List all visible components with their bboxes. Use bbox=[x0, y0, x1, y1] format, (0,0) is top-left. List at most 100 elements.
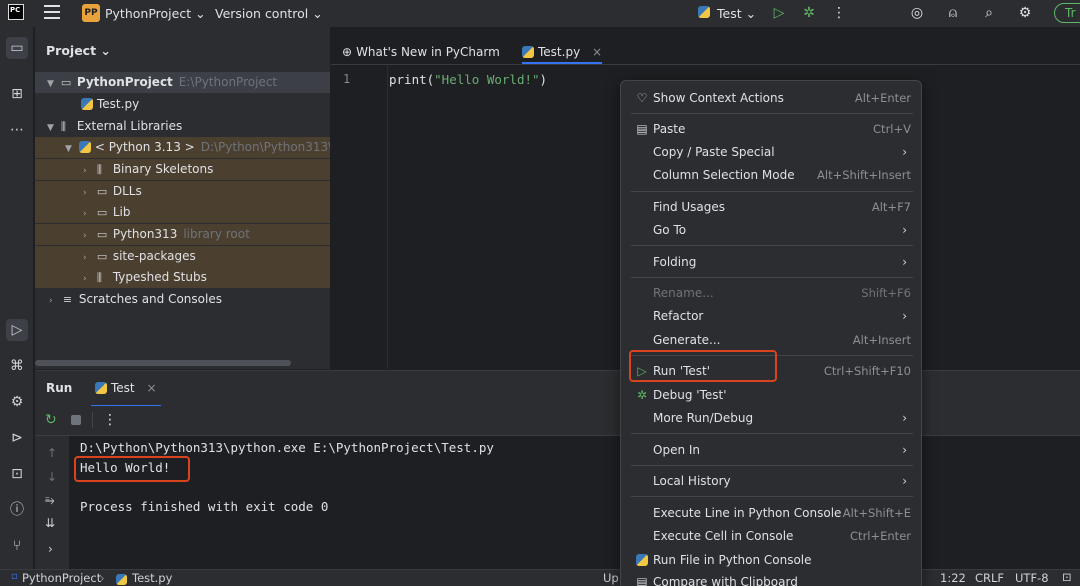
run-tool-icon[interactable]: ▷ bbox=[6, 319, 28, 341]
status-file[interactable]: Test.py bbox=[132, 571, 172, 585]
scroll-to-end-icon[interactable]: ⇊ bbox=[45, 516, 55, 530]
main-menu-icon[interactable] bbox=[44, 5, 60, 19]
menu-item-debug-test[interactable]: ✲ Debug 'Test' bbox=[631, 384, 913, 406]
menu-item-generate[interactable]: Generate... Alt+Insert bbox=[631, 329, 913, 351]
python-file-icon bbox=[116, 574, 127, 585]
version-control-menu[interactable]: Version control ⌄ bbox=[215, 6, 323, 21]
scroll-up-icon[interactable]: ↑ bbox=[47, 446, 57, 460]
menu-item-rename[interactable]: Rename... Shift+F6 bbox=[631, 282, 913, 304]
menu-item-open-in[interactable]: Open In › bbox=[631, 439, 913, 461]
status-encoding[interactable]: UTF-8 bbox=[1015, 571, 1049, 585]
trial-button[interactable]: Tr bbox=[1054, 3, 1080, 23]
ai-assistant-icon[interactable]: ◎ bbox=[908, 4, 926, 22]
tree-item-python-sdk[interactable]: ▼ < Python 3.13 >D:\Python\Python313\pyt… bbox=[35, 137, 330, 158]
tree-item-typeshed-stubs[interactable]: › ⫼ Typeshed Stubs bbox=[35, 267, 330, 288]
services-icon[interactable]: ⊳ bbox=[6, 427, 28, 449]
terminal-icon[interactable]: ⊡ bbox=[6, 463, 28, 485]
lock-icon[interactable]: ⊡ bbox=[1062, 570, 1072, 584]
status-project[interactable]: PythonProject bbox=[22, 571, 101, 585]
chevron-right-icon[interactable]: › bbox=[83, 248, 93, 267]
expand-icon[interactable]: › bbox=[48, 542, 53, 556]
tree-item-site-packages[interactable]: › ▭ site-packages bbox=[35, 246, 330, 267]
run-config-selector[interactable]: Test ⌄ bbox=[717, 6, 756, 21]
chevron-right-icon[interactable]: › bbox=[83, 161, 93, 180]
menu-item-run-file-in-console[interactable]: Run File in Python Console bbox=[631, 549, 913, 571]
menu-item-execute-line[interactable]: Execute Line in Python Console Alt+Shift… bbox=[631, 502, 913, 524]
menu-item-find-usages[interactable]: Find Usages Alt+F7 bbox=[631, 196, 913, 218]
clipboard-icon: ▤ bbox=[636, 122, 648, 136]
debug-icon[interactable]: ✲ bbox=[800, 4, 818, 22]
tab-whats-new[interactable]: ⊕ What's New in PyCharm bbox=[342, 42, 500, 64]
python-packages-icon[interactable]: ⌘ bbox=[6, 355, 28, 377]
folder-icon: ▭ bbox=[96, 185, 108, 198]
python-console-icon[interactable]: ⚙ bbox=[6, 391, 28, 413]
more-tools-icon[interactable]: ⋯ bbox=[6, 119, 28, 141]
tree-item-python313[interactable]: › ▭ Python313 library root bbox=[35, 224, 330, 245]
menu-item-column-selection[interactable]: Column Selection Mode Alt+Shift+Insert bbox=[631, 164, 913, 186]
line-number: 1 bbox=[343, 72, 351, 86]
run-icon[interactable]: ▷ bbox=[770, 4, 788, 22]
chevron-down-icon[interactable]: ▼ bbox=[47, 74, 57, 93]
soft-wrap-icon[interactable]: ⥱ bbox=[45, 493, 55, 508]
tree-item-lib[interactable]: › ▭ Lib bbox=[35, 202, 330, 223]
search-icon[interactable]: ⌕ bbox=[980, 4, 998, 22]
gear-icon[interactable]: ⚙ bbox=[1016, 4, 1034, 22]
code-line[interactable]: print("Hello World!") bbox=[389, 72, 547, 87]
status-position[interactable]: 1:22 bbox=[940, 571, 966, 585]
add-user-icon[interactable]: ⍝ bbox=[944, 4, 962, 22]
tab-test-py[interactable]: Test.py × bbox=[522, 42, 603, 64]
close-tab-icon[interactable]: × bbox=[146, 381, 156, 395]
stop-icon[interactable] bbox=[71, 415, 81, 425]
project-panel: Project ⌄ ▼ ▭ PythonProject E:\PythonProje… bbox=[35, 27, 330, 369]
library-icon: ⫼ bbox=[60, 120, 66, 133]
python-sdk-icon bbox=[78, 141, 91, 153]
tree-item-project-root[interactable]: ▼ ▭ PythonProject E:\PythonProject bbox=[35, 72, 330, 93]
project-horizontal-scrollbar[interactable] bbox=[35, 360, 291, 366]
menu-item-more-run-debug[interactable]: More Run/Debug › bbox=[631, 407, 913, 429]
menu-item-local-history[interactable]: Local History › bbox=[631, 470, 913, 492]
status-line-separator[interactable]: CRLF bbox=[975, 571, 1004, 585]
status-update[interactable]: Up bbox=[603, 571, 619, 585]
chevron-right-icon[interactable]: › bbox=[83, 183, 93, 202]
chevron-right-icon[interactable]: › bbox=[83, 269, 93, 288]
submenu-chevron-icon: › bbox=[902, 474, 907, 488]
menu-item-refactor[interactable]: Refactor › bbox=[631, 305, 913, 327]
chevron-right-icon[interactable]: › bbox=[49, 291, 59, 310]
chevron-down-icon[interactable]: ▼ bbox=[47, 118, 57, 137]
structure-tool-icon[interactable]: ⊞ bbox=[6, 83, 28, 105]
menu-item-execute-cell[interactable]: Execute Cell in Console Ctrl+Enter bbox=[631, 525, 913, 547]
tree-item-dlls[interactable]: › ▭ DLLs bbox=[35, 181, 330, 202]
menu-item-copy-paste-special[interactable]: Copy / Paste Special › bbox=[631, 141, 913, 163]
submenu-chevron-icon: › bbox=[902, 309, 907, 323]
more-actions-icon[interactable]: ⋮ bbox=[830, 4, 848, 22]
close-tab-icon[interactable]: × bbox=[592, 45, 602, 59]
menu-separator bbox=[631, 433, 913, 434]
tree-item-binary-skeletons[interactable]: › ⫼ Binary Skeletons bbox=[35, 159, 330, 180]
menu-item-go-to[interactable]: Go To › bbox=[631, 219, 913, 241]
tree-item-test-py[interactable]: Test.py bbox=[35, 94, 330, 115]
more-icon[interactable]: ⋮ bbox=[103, 412, 117, 428]
scroll-down-icon[interactable]: ↓ bbox=[47, 470, 57, 484]
menu-item-folding[interactable]: Folding › bbox=[631, 251, 913, 273]
menu-item-paste[interactable]: ▤ Paste Ctrl+V bbox=[631, 118, 913, 140]
chevron-right-icon[interactable]: › bbox=[83, 226, 93, 245]
tree-item-external-libraries[interactable]: ▼ ⫼ External Libraries bbox=[35, 116, 330, 137]
library-icon: ⫼ bbox=[96, 271, 102, 284]
problems-icon[interactable]: ⓘ bbox=[6, 499, 28, 521]
submenu-chevron-icon: › bbox=[902, 411, 907, 425]
folder-icon: ▭ bbox=[60, 76, 72, 89]
lightbulb-icon: ♡ bbox=[636, 91, 648, 105]
git-icon[interactable]: ⑂ bbox=[6, 535, 28, 557]
chevron-down-icon[interactable]: ▼ bbox=[65, 139, 75, 158]
project-selector[interactable]: PythonProject ⌄ bbox=[105, 6, 206, 21]
project-tool-icon[interactable]: ▭ bbox=[6, 37, 28, 59]
chevron-right-icon[interactable]: › bbox=[83, 204, 93, 223]
run-panel-title: Run bbox=[46, 381, 73, 395]
menu-item-show-context-actions[interactable]: ♡ Show Context Actions Alt+Enter bbox=[631, 87, 913, 109]
menu-item-compare-clipboard[interactable]: ▤ Compare with Clipboard bbox=[631, 571, 913, 586]
project-panel-title[interactable]: Project ⌄ bbox=[46, 43, 111, 58]
rerun-icon[interactable]: ↻ bbox=[45, 412, 57, 428]
tab-run-test[interactable]: Test × bbox=[91, 376, 161, 407]
menu-separator bbox=[631, 465, 913, 466]
tree-item-scratches[interactable]: › ≡ Scratches and Consoles bbox=[35, 289, 330, 310]
